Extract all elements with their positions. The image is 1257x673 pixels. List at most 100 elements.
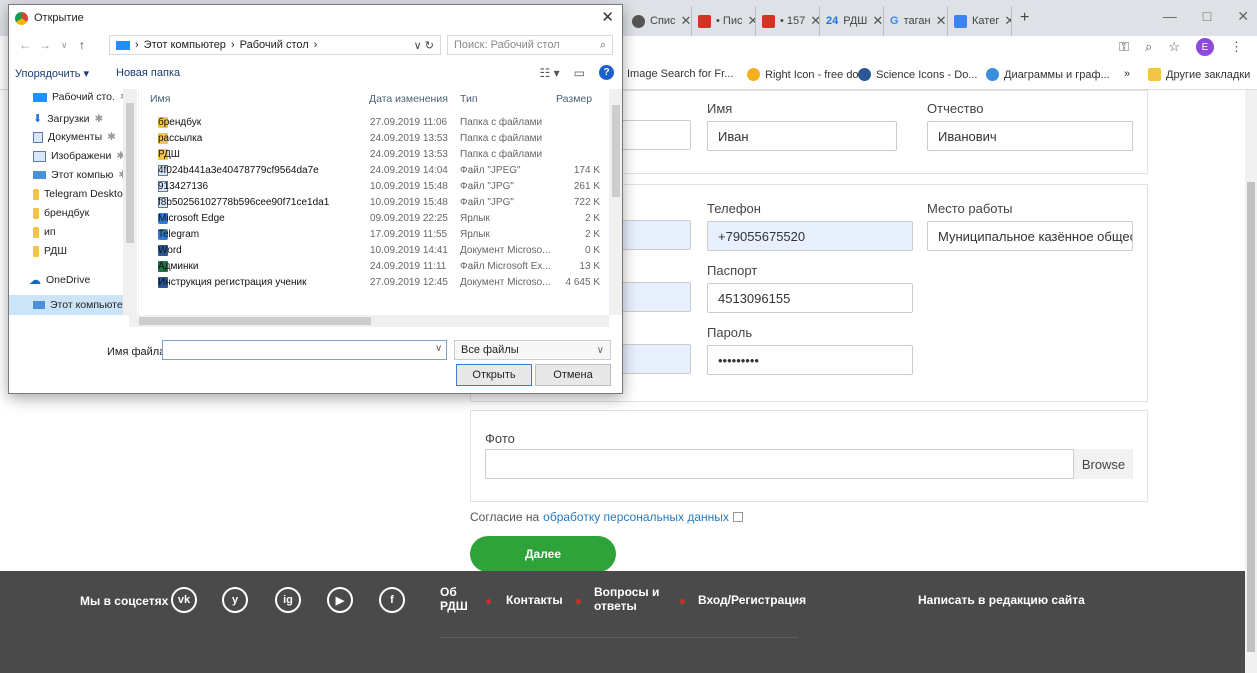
view-options-icon[interactable]: ☷ ▾ bbox=[540, 66, 560, 80]
nav-item-this-computer[interactable]: Этот компьютер bbox=[9, 295, 129, 315]
forward-arrow-icon[interactable]: → bbox=[39, 38, 51, 52]
close-icon[interactable]: ✕ bbox=[936, 13, 947, 29]
youtube-icon[interactable]: ▶ bbox=[327, 587, 353, 613]
tab-3[interactable]: • 157 ✕ bbox=[756, 6, 820, 36]
footer-link-login[interactable]: Вход/Регистрация bbox=[698, 593, 806, 607]
bookmark-1[interactable]: Image Search for Fr... bbox=[627, 68, 733, 80]
tab-6[interactable]: Катег ✕ bbox=[948, 6, 1012, 36]
breadcrumb-desktop[interactable]: Рабочий стол bbox=[240, 39, 309, 51]
footer-link-contacts[interactable]: Контакты bbox=[506, 593, 563, 607]
page-scrollbar[interactable] bbox=[1245, 90, 1257, 673]
column-size[interactable]: Размер bbox=[556, 93, 592, 105]
file-row[interactable]: 4f024b441a3e40478779cf9564da7e 24.09.2019… bbox=[140, 165, 610, 180]
bookmark-2[interactable]: Right Icon - free do... bbox=[747, 68, 868, 81]
file-row[interactable]: Microsoft Edge 09.09.2019 22:25 Ярлык 2 K bbox=[140, 213, 610, 228]
filename-input[interactable] bbox=[162, 340, 447, 360]
nav-scroll-thumb[interactable] bbox=[126, 103, 134, 243]
cancel-button[interactable]: Отмена bbox=[535, 364, 611, 386]
key-icon[interactable]: ⚿ bbox=[1119, 39, 1129, 55]
close-window-button[interactable]: ✕ bbox=[1237, 8, 1249, 25]
passport-input[interactable]: 4513096155 bbox=[707, 283, 913, 313]
file-list-hthumb[interactable] bbox=[139, 317, 371, 325]
file-list-vthumb[interactable] bbox=[612, 105, 620, 197]
file-row[interactable]: Word 10.09.2019 14:41 Документ Microso... 0… bbox=[140, 245, 610, 260]
bookmark-3[interactable]: Science Icons - Do... bbox=[858, 68, 978, 81]
bookmark-4[interactable]: Диаграммы и граф... bbox=[986, 68, 1110, 81]
other-bookmarks[interactable]: Другие закладки bbox=[1148, 68, 1250, 81]
name-input[interactable]: Иван bbox=[707, 121, 897, 151]
close-icon[interactable]: ✕ bbox=[810, 13, 819, 29]
page-scroll-thumb[interactable] bbox=[1247, 182, 1255, 652]
chevron-down-icon[interactable]: ∨ bbox=[435, 343, 442, 354]
new-tab-button[interactable]: + bbox=[1020, 9, 1029, 27]
star-icon[interactable]: ☆ bbox=[1168, 39, 1180, 55]
nav-item-ip[interactable]: ип bbox=[33, 226, 56, 238]
breadcrumb-computer[interactable]: Этот компьютер bbox=[144, 39, 226, 51]
work-input[interactable]: Муниципальное казённое общеоб bbox=[927, 221, 1133, 251]
instagram-icon[interactable]: ig bbox=[275, 587, 301, 613]
close-icon[interactable]: ✕ bbox=[872, 13, 883, 29]
footer-write-link[interactable]: Написать в редакцию сайта bbox=[918, 593, 1085, 607]
file-row[interactable]: РДШ 24.09.2019 13:53 Папка с файлами bbox=[140, 149, 610, 164]
close-icon[interactable]: ✕ bbox=[681, 13, 691, 29]
back-arrow-icon[interactable]: ← bbox=[19, 38, 31, 52]
nav-item-pictures[interactable]: Изображени ✱ bbox=[33, 150, 125, 162]
column-type[interactable]: Тип bbox=[460, 93, 478, 105]
nav-scrollbar[interactable] bbox=[123, 89, 137, 315]
close-icon[interactable]: ✕ bbox=[747, 13, 755, 29]
file-type-select[interactable]: Все файлы ∨ bbox=[454, 340, 611, 360]
file-row[interactable]: Админки 24.09.2019 11:11 Файл Microsoft Ex… bbox=[140, 261, 610, 276]
column-date[interactable]: Дата изменения bbox=[369, 93, 448, 105]
tab-1[interactable]: Спис ✕ bbox=[626, 6, 692, 36]
menu-icon[interactable]: ⋮ bbox=[1230, 39, 1243, 55]
minimize-button[interactable]: — bbox=[1163, 8, 1177, 25]
nav-item-rdsh[interactable]: РДШ bbox=[33, 245, 67, 257]
twitter-icon[interactable]: y bbox=[222, 587, 248, 613]
file-row[interactable]: Инструкция регистрация ученик 27.09.2019 … bbox=[140, 277, 610, 292]
avatar[interactable]: E bbox=[1196, 38, 1214, 56]
dialog-close-button[interactable]: ✕ bbox=[601, 8, 614, 26]
address-breadcrumb[interactable]: › Этот компьютер › Рабочий стол › ∨ ↻ bbox=[109, 35, 441, 55]
nav-item-documents[interactable]: Документы ✱ bbox=[33, 131, 116, 143]
consent-checkbox[interactable] bbox=[732, 512, 743, 522]
patronymic-input[interactable]: Иванович bbox=[927, 121, 1133, 151]
dialog-search-input[interactable]: Поиск: Рабочий стол ⌕ bbox=[447, 35, 613, 55]
zoom-icon[interactable]: ⌕ bbox=[1145, 39, 1152, 55]
file-row[interactable]: брендбук 27.09.2019 11:06 Папка с файлами bbox=[140, 117, 610, 132]
file-list-vscrollbar[interactable] bbox=[609, 89, 622, 315]
nav-item-downloads[interactable]: ⬇ Загрузки ✱ bbox=[33, 112, 103, 126]
browse-button[interactable]: Browse bbox=[1073, 449, 1133, 479]
next-button[interactable]: Далее bbox=[470, 536, 616, 572]
vk-icon[interactable]: vk bbox=[171, 587, 197, 613]
organize-button[interactable]: Упорядочить ▾ bbox=[15, 67, 89, 80]
tab-2[interactable]: • Пис ✕ bbox=[692, 6, 756, 36]
file-row[interactable]: 913427136 10.09.2019 15:48 Файл "JPG" 261 K bbox=[140, 181, 610, 196]
nav-item-onedrive[interactable]: ☁ OneDrive bbox=[29, 273, 90, 287]
footer-link-faq[interactable]: Вопросы и ответы bbox=[594, 585, 664, 613]
nav-item-brandbook[interactable]: брендбук bbox=[33, 207, 89, 219]
footer-link-about[interactable]: Об РДШ bbox=[440, 585, 472, 613]
phone-input[interactable]: +79055675520 bbox=[707, 221, 913, 251]
nav-item-telegram[interactable]: Telegram Deskto bbox=[33, 188, 123, 200]
chevron-down-icon[interactable]: ∨ bbox=[61, 40, 68, 51]
up-arrow-icon[interactable]: ↑ bbox=[79, 38, 85, 52]
tab-5[interactable]: G таган ✕ bbox=[884, 6, 948, 36]
photo-file-input[interactable] bbox=[485, 449, 1133, 479]
file-row[interactable]: рассылка 24.09.2019 13:53 Папка с файлами bbox=[140, 133, 610, 148]
maximize-button[interactable]: □ bbox=[1203, 8, 1211, 25]
preview-pane-icon[interactable]: ▭ bbox=[574, 66, 585, 80]
file-list-hscrollbar[interactable] bbox=[129, 315, 609, 327]
file-row[interactable]: Telegram 17.09.2019 11:55 Ярлык 2 K bbox=[140, 229, 610, 244]
bookmarks-more-button[interactable]: » bbox=[1124, 68, 1130, 80]
column-name[interactable]: Имя bbox=[150, 93, 170, 105]
facebook-icon[interactable]: f bbox=[379, 587, 405, 613]
consent-link[interactable]: обработку персональных данных bbox=[543, 510, 729, 524]
close-icon[interactable]: ✕ bbox=[1004, 13, 1011, 29]
refresh-icon[interactable]: ∨ ↻ bbox=[414, 39, 440, 52]
help-icon[interactable]: ? bbox=[599, 65, 614, 80]
tab-4[interactable]: 24 РДШ ✕ bbox=[820, 6, 884, 36]
password-input[interactable]: ••••••••• bbox=[707, 345, 913, 375]
nav-item-this-pc[interactable]: Этот компью✱ bbox=[33, 169, 127, 181]
nav-item-desktop[interactable]: Рабочий сто.✱ bbox=[33, 91, 129, 103]
open-button[interactable]: Открыть bbox=[456, 364, 532, 386]
